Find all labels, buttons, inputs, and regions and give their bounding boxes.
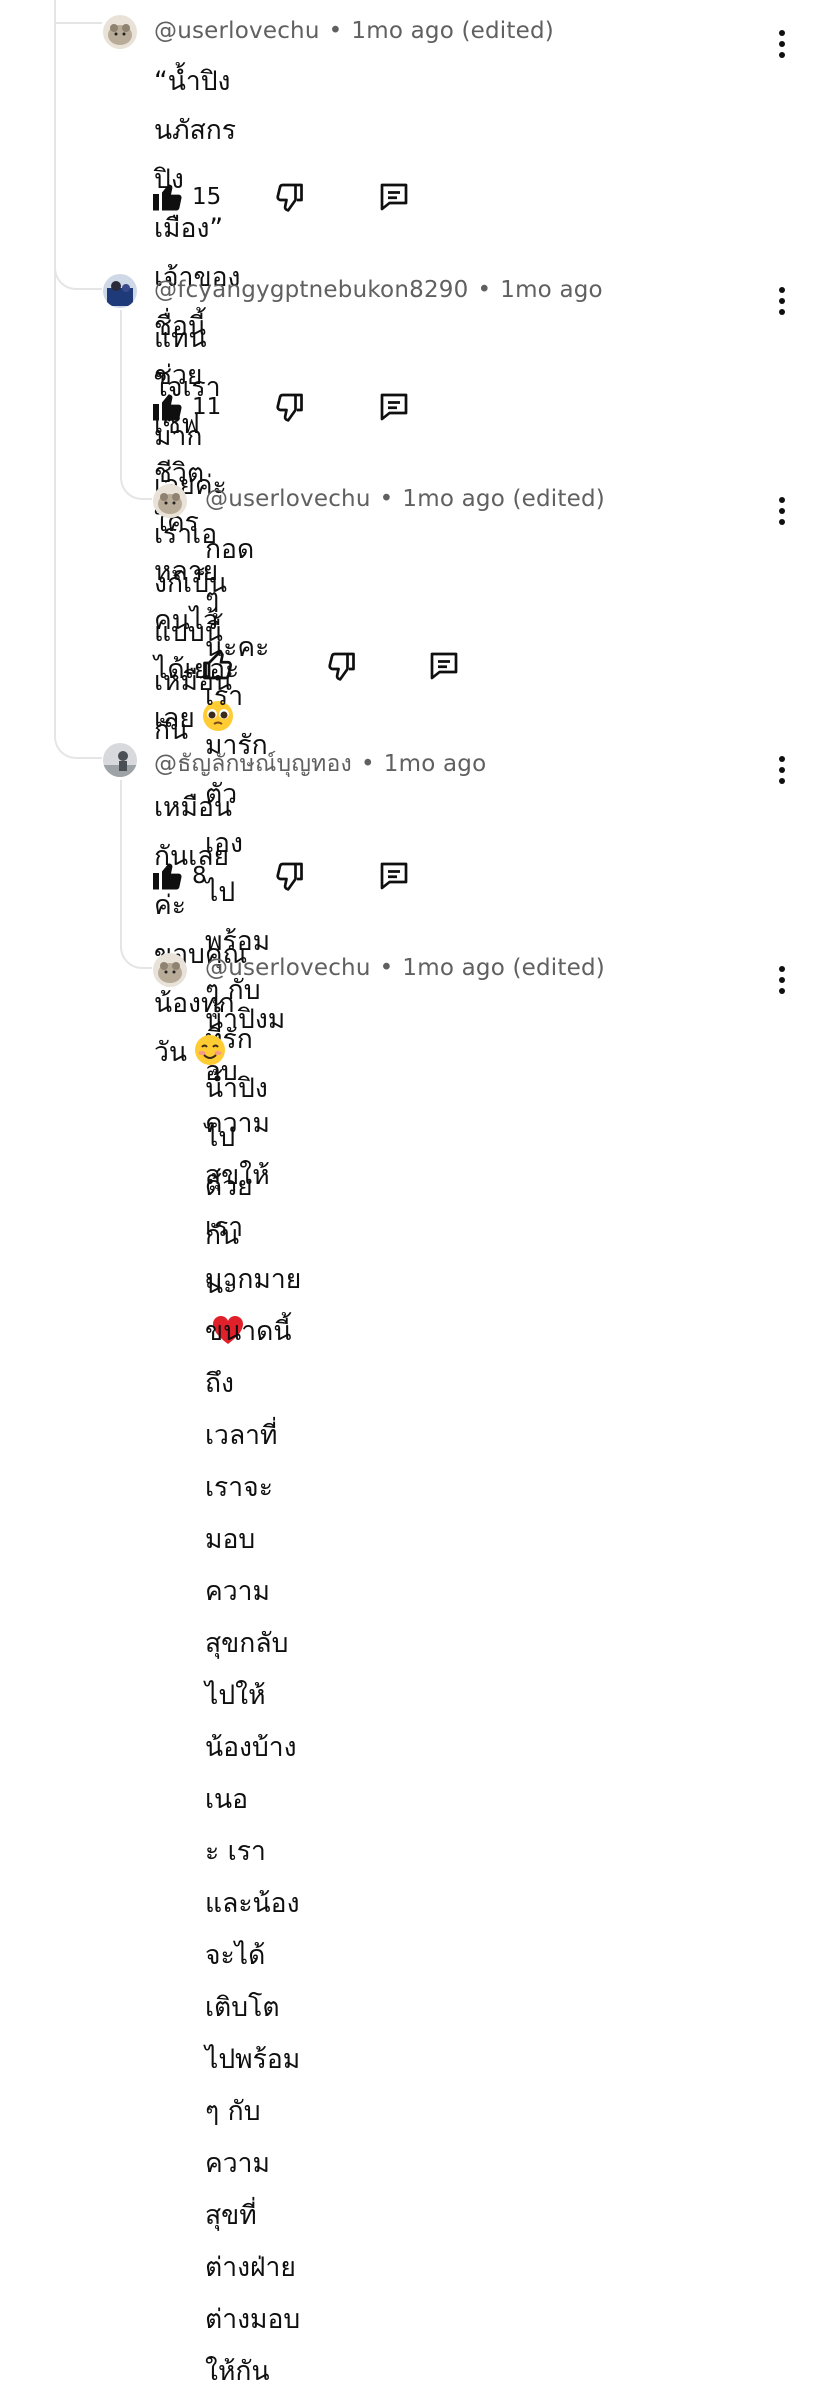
author-name[interactable]: @fcyangygptnebukon8290	[154, 277, 468, 303]
thread-connector	[54, 230, 102, 290]
thumbs-down-icon	[276, 183, 303, 212]
like-button[interactable]: 8	[150, 858, 207, 894]
comment-body: น้ำปิงมอบความสุขให้เรามากมายขนาดนี้ ถึง …	[205, 1004, 302, 2387]
dislike-button[interactable]	[270, 389, 306, 425]
author-name[interactable]: @userlovechu	[205, 486, 371, 512]
thread-connector	[54, 0, 102, 24]
like-button[interactable]: 15	[150, 179, 221, 215]
separator-dot: •	[379, 955, 394, 981]
dislike-button[interactable]	[270, 858, 306, 894]
reply-icon	[380, 393, 408, 421]
reply-button[interactable]	[376, 858, 412, 894]
avatar[interactable]	[153, 484, 187, 518]
timestamp[interactable]: 1mo ago	[402, 955, 505, 981]
comment-meta: @userlovechu • 1mo ago (edited)	[205, 955, 605, 981]
like-count: 8	[192, 863, 207, 889]
dislike-button[interactable]	[322, 648, 358, 684]
reply-icon	[380, 183, 408, 211]
reply-button[interactable]	[376, 389, 412, 425]
comment-text: น้ำปิงมอบความสุขให้เรามากมายขนาดนี้ ถึง …	[205, 994, 301, 2400]
thread-line-main	[54, 0, 56, 735]
separator-dot: •	[360, 751, 375, 777]
edited-label: (edited)	[512, 955, 605, 981]
author-name[interactable]: @userlovechu	[205, 955, 371, 981]
timestamp[interactable]: 1mo ago	[384, 751, 487, 777]
avatar[interactable]	[103, 743, 137, 777]
thumbs-up-filled-icon	[153, 394, 182, 421]
author-name[interactable]: @ธัญลักษณ์บุญทอง	[154, 751, 352, 777]
reply-button[interactable]	[426, 648, 462, 684]
like-button[interactable]	[200, 648, 236, 684]
more-options-icon[interactable]	[770, 27, 794, 61]
more-options-icon[interactable]	[770, 963, 794, 997]
reply-icon	[430, 652, 458, 680]
thread-connector	[120, 440, 152, 500]
thumbs-up-filled-icon	[153, 863, 182, 890]
reply-icon	[380, 862, 408, 890]
author-name[interactable]: @userlovechu	[154, 18, 320, 44]
action-bar: 8	[150, 858, 207, 894]
comment-meta: @userlovechu • 1mo ago (edited)	[205, 486, 605, 512]
thumbs-down-icon	[276, 393, 303, 422]
avatar[interactable]	[103, 274, 137, 308]
like-button[interactable]: 11	[150, 389, 221, 425]
thumbs-down-icon	[276, 862, 303, 891]
reply-button[interactable]	[376, 179, 412, 215]
comment-meta: @userlovechu • 1mo ago (edited)	[154, 18, 554, 44]
comment-meta: @fcyangygptnebukon8290 • 1mo ago	[154, 277, 603, 303]
action-bar: 11	[150, 389, 221, 425]
separator-dot: •	[328, 18, 343, 44]
more-options-icon[interactable]	[770, 494, 794, 528]
avatar[interactable]	[103, 15, 137, 49]
timestamp[interactable]: 1mo ago	[402, 486, 505, 512]
edited-label: (edited)	[461, 18, 554, 44]
more-options-icon[interactable]	[770, 753, 794, 787]
thread-connector	[120, 910, 152, 969]
thumbs-up-filled-icon	[153, 184, 182, 211]
dislike-button[interactable]	[270, 179, 306, 215]
like-count: 11	[192, 394, 222, 420]
timestamp[interactable]: 1mo ago	[500, 277, 603, 303]
timestamp[interactable]: 1mo ago	[351, 18, 454, 44]
avatar[interactable]	[153, 953, 187, 987]
comment-meta: @ธัญลักษณ์บุญทอง • 1mo ago	[154, 746, 486, 782]
like-count: 15	[192, 184, 222, 210]
action-bar: 15	[150, 179, 221, 215]
edited-label: (edited)	[512, 486, 605, 512]
separator-dot: •	[477, 277, 492, 303]
thumbs-down-icon	[328, 652, 355, 681]
separator-dot: •	[379, 486, 394, 512]
more-options-icon[interactable]	[770, 284, 794, 318]
thread-connector	[54, 700, 102, 759]
thumbs-up-icon	[203, 650, 232, 680]
